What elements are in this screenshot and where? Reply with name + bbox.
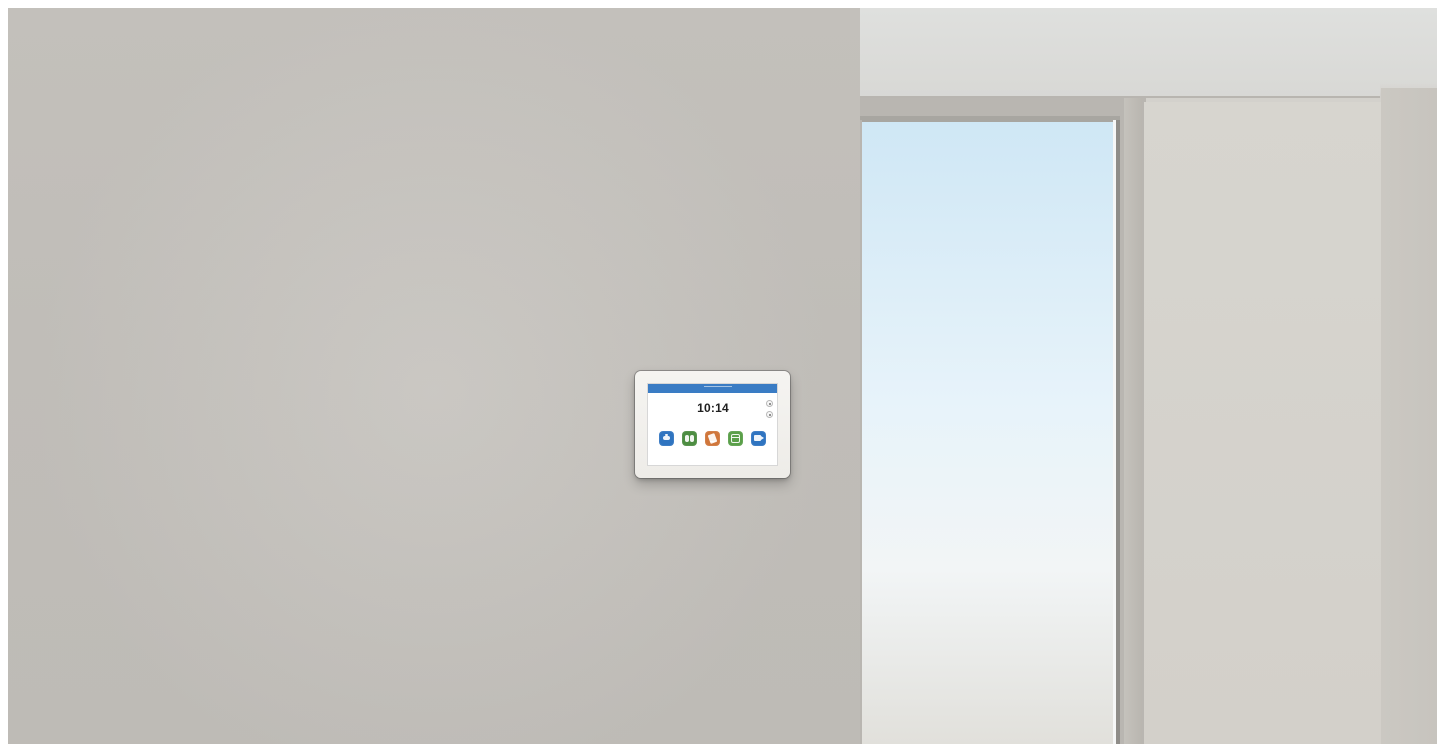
app-tile-video-call[interactable]	[658, 431, 675, 453]
calendar-icon	[728, 431, 743, 446]
info-button[interactable]	[766, 400, 773, 407]
ceiling	[860, 8, 1437, 98]
window-frame-right	[1116, 120, 1120, 744]
app-launcher-row	[658, 431, 769, 453]
wall-column	[1124, 98, 1142, 744]
clock-time: 10:14	[697, 401, 729, 415]
window-frame-top	[860, 116, 1120, 120]
people-icon	[682, 431, 697, 446]
video-call-icon	[659, 431, 674, 446]
app-tile-share[interactable]	[704, 431, 721, 453]
settings-button[interactable]	[766, 411, 773, 418]
date-row	[685, 417, 743, 420]
tablet-screen[interactable]: 10:14	[647, 383, 778, 466]
status-bar	[648, 384, 777, 393]
app-tile-calendar[interactable]	[727, 431, 744, 453]
wall-tablet[interactable]: 10:14	[635, 371, 790, 478]
app-tile-camera[interactable]	[750, 431, 767, 453]
status-indicator	[704, 386, 732, 387]
room-scene: 10:14	[0, 0, 1437, 744]
right-wall-panel	[1144, 102, 1381, 744]
app-tile-people[interactable]	[681, 431, 698, 453]
far-right-wall	[1381, 88, 1437, 744]
camera-icon	[751, 431, 766, 446]
share-icon	[705, 431, 720, 446]
window-glass	[862, 120, 1116, 744]
